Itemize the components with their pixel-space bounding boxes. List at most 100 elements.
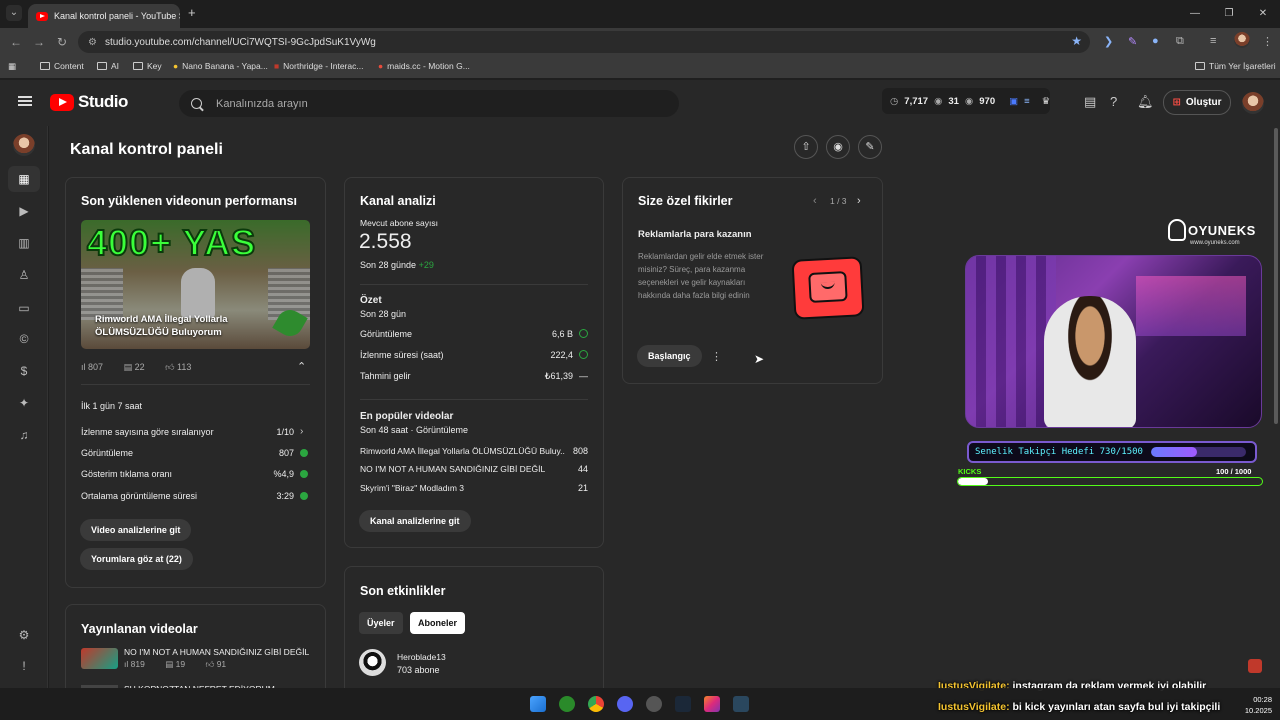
close-window-icon[interactable]: ✕ <box>1246 0 1280 28</box>
app-icon[interactable] <box>646 696 662 712</box>
bookmark-maids[interactable]: ● maids.cc - Motion G... <box>378 61 470 71</box>
activity-title: Son etkinlikler <box>360 584 446 598</box>
next-icon[interactable]: › <box>857 195 861 207</box>
maximize-icon[interactable]: ❐ <box>1212 0 1246 28</box>
published-thumbnail[interactable] <box>81 648 118 669</box>
taskbar-clock[interactable]: 00:28 10.2025 <box>1245 694 1272 716</box>
upload-button[interactable]: ⇧ <box>794 135 818 159</box>
chevron-right-icon[interactable]: › <box>300 426 303 437</box>
popular-title: En popüler videolar <box>360 411 454 422</box>
subtitles-icon[interactable]: ▭ <box>17 301 31 315</box>
bookmark-nano-banana[interactable]: ● Nano Banana - Yapa... <box>173 61 268 71</box>
view-comments-button[interactable]: Yorumlara göz at (22) <box>80 548 193 570</box>
start-button[interactable]: Başlangıç <box>637 345 702 367</box>
help-icon[interactable]: ? <box>1110 94 1117 109</box>
thumbnail-headline: 400+ YAS <box>86 221 257 264</box>
extension-icon[interactable]: ❯ <box>1104 35 1113 48</box>
channel-avatar[interactable] <box>13 134 35 156</box>
subs-label: Mevcut abone sayısı <box>360 218 438 228</box>
menu-icon[interactable] <box>18 96 32 106</box>
steam-alt-icon[interactable] <box>733 696 749 712</box>
feedback-icon[interactable]: ▤ <box>1084 94 1096 110</box>
ideas-pager: 1 / 3 <box>830 196 847 206</box>
apps-grid-icon[interactable]: ▦ <box>8 61 16 72</box>
all-bookmarks[interactable]: Tüm Yer İşaretleri <box>1195 61 1276 71</box>
dashboard-icon[interactable]: ▦ <box>17 172 31 186</box>
copyright-icon[interactable]: © <box>17 332 31 346</box>
popular-video-1[interactable]: Rimworld AMA İllegal Yollarla ÖLÜMSÜZLÜĞ… <box>360 446 565 456</box>
create-post-button[interactable]: ✎ <box>858 135 882 159</box>
account-avatar[interactable] <box>1242 92 1264 114</box>
community-icon[interactable]: ♙ <box>17 268 31 282</box>
analytics-icon[interactable]: ▥ <box>17 236 31 250</box>
chrome-icon[interactable] <box>588 696 604 712</box>
views-label: Görüntüleme <box>81 448 134 458</box>
address-bar[interactable]: ⚙ studio.youtube.com/channel/UCi7WQTSI-9… <box>78 31 1090 53</box>
notifications-icon[interactable]: 🔔︎ <box>1137 94 1154 110</box>
steam-icon[interactable] <box>675 696 691 712</box>
content-icon[interactable]: ▶ <box>17 204 31 218</box>
popular-video-2-views: 44 <box>577 464 588 474</box>
instagram-icon[interactable] <box>704 696 720 712</box>
discord-icon[interactable] <box>617 696 633 712</box>
bookmark-star-icon[interactable]: ★ <box>1071 34 1082 48</box>
published-title: Yayınlanan videolar <box>81 622 198 636</box>
create-button[interactable]: ⊞ Oluştur <box>1163 90 1231 115</box>
prev-icon[interactable]: ‹ <box>813 195 817 207</box>
forward-icon[interactable]: → <box>33 35 45 49</box>
subscriber-name[interactable]: Heroblade13 <box>397 652 446 662</box>
bookmark-key[interactable]: Key <box>133 61 162 71</box>
analytics-title: Kanal analizi <box>360 194 436 208</box>
browser-menu-icon[interactable]: ⋮ <box>1262 35 1273 48</box>
xbox-icon[interactable] <box>559 696 575 712</box>
channel-analytics-button[interactable]: Kanal analizlerine git <box>359 510 471 532</box>
back-icon[interactable]: ← <box>10 35 22 49</box>
check-icon <box>300 449 308 457</box>
popular-video-2[interactable]: NO I'M NOT A HUMAN SANDIĞINIZ GİBİ DEĞİL <box>360 464 545 474</box>
folder-icon <box>40 62 50 70</box>
tab-members[interactable]: Üyeler <box>359 612 403 634</box>
webcam-person <box>1044 296 1136 427</box>
tab-search-button[interactable]: ⌄ <box>6 5 22 21</box>
minimize-icon[interactable]: — <box>1178 0 1212 28</box>
new-tab-button[interactable]: + <box>188 5 196 20</box>
published-video-title[interactable]: NO I'M NOT A HUMAN SANDIĞINIZ GİBİ DEĞİL <box>124 647 309 657</box>
collapse-icon[interactable]: ⌃ <box>297 360 306 373</box>
studio-logo[interactable]: Studio <box>50 92 128 112</box>
bookmark-ai[interactable]: AI <box>97 61 119 71</box>
reload-icon[interactable]: ↻ <box>57 35 67 49</box>
tab-subscribers[interactable]: Aboneler <box>410 612 466 634</box>
audio-library-icon[interactable]: ♫ <box>17 428 31 442</box>
summary-revenue-value: ₺61,39 <box>544 371 573 381</box>
kicks-value: 100 / 1000 <box>1216 467 1252 476</box>
extension-pen-icon[interactable]: ✎ <box>1128 35 1137 48</box>
reading-list-icon[interactable]: ≡ <box>1210 35 1216 47</box>
search-input[interactable]: Kanalınızda arayın <box>179 90 679 117</box>
popular-video-3[interactable]: Skyrim'i "Biraz" Modladım 3 <box>360 483 464 493</box>
realtime-stats[interactable]: ◷ 7,717 ◉ 31 ◉ 970 ▣ ≡ ♛ <box>882 88 1050 114</box>
video-thumbnail[interactable]: 400+ YAS Rimworld AMA İllegal Yollarla Ö… <box>81 220 310 349</box>
profile-avatar[interactable] <box>1234 32 1250 48</box>
bookmark-northridge[interactable]: ■ Northridge - Interac... <box>274 61 363 71</box>
youtube-play-icon <box>50 93 74 111</box>
scrollbar[interactable] <box>1274 128 1278 424</box>
revenue-trend-icon: — <box>579 371 588 381</box>
avd-label: Ortalama görüntüleme süresi <box>81 491 198 501</box>
customization-icon[interactable]: ✦ <box>17 396 31 410</box>
browser-tab-active[interactable]: Kanal kontrol paneli - YouTube Studio ✕ <box>28 4 180 28</box>
send-feedback-icon[interactable]: ! <box>17 659 31 673</box>
site-info-icon[interactable]: ⚙ <box>88 37 97 48</box>
more-options-icon[interactable]: ⋮ <box>711 350 722 363</box>
extension-circle-icon[interactable]: ● <box>1152 35 1159 47</box>
video-analytics-button[interactable]: Video analizlerine git <box>80 519 192 541</box>
windows-start-icon[interactable] <box>530 696 546 712</box>
extensions-puzzle-icon[interactable]: ⧉ <box>1176 35 1184 48</box>
bookmark-content[interactable]: Content <box>40 61 84 71</box>
thumb-robot <box>181 268 215 318</box>
follower-goal-fill <box>1150 447 1198 457</box>
subscriber-avatar[interactable] <box>359 649 386 676</box>
address-url: studio.youtube.com/channel/UCi7WQTSI-9Gc… <box>104 36 376 48</box>
earn-icon[interactable]: $ <box>17 364 31 378</box>
go-live-button[interactable]: ◉ <box>826 135 850 159</box>
settings-icon[interactable]: ⚙ <box>17 628 31 642</box>
